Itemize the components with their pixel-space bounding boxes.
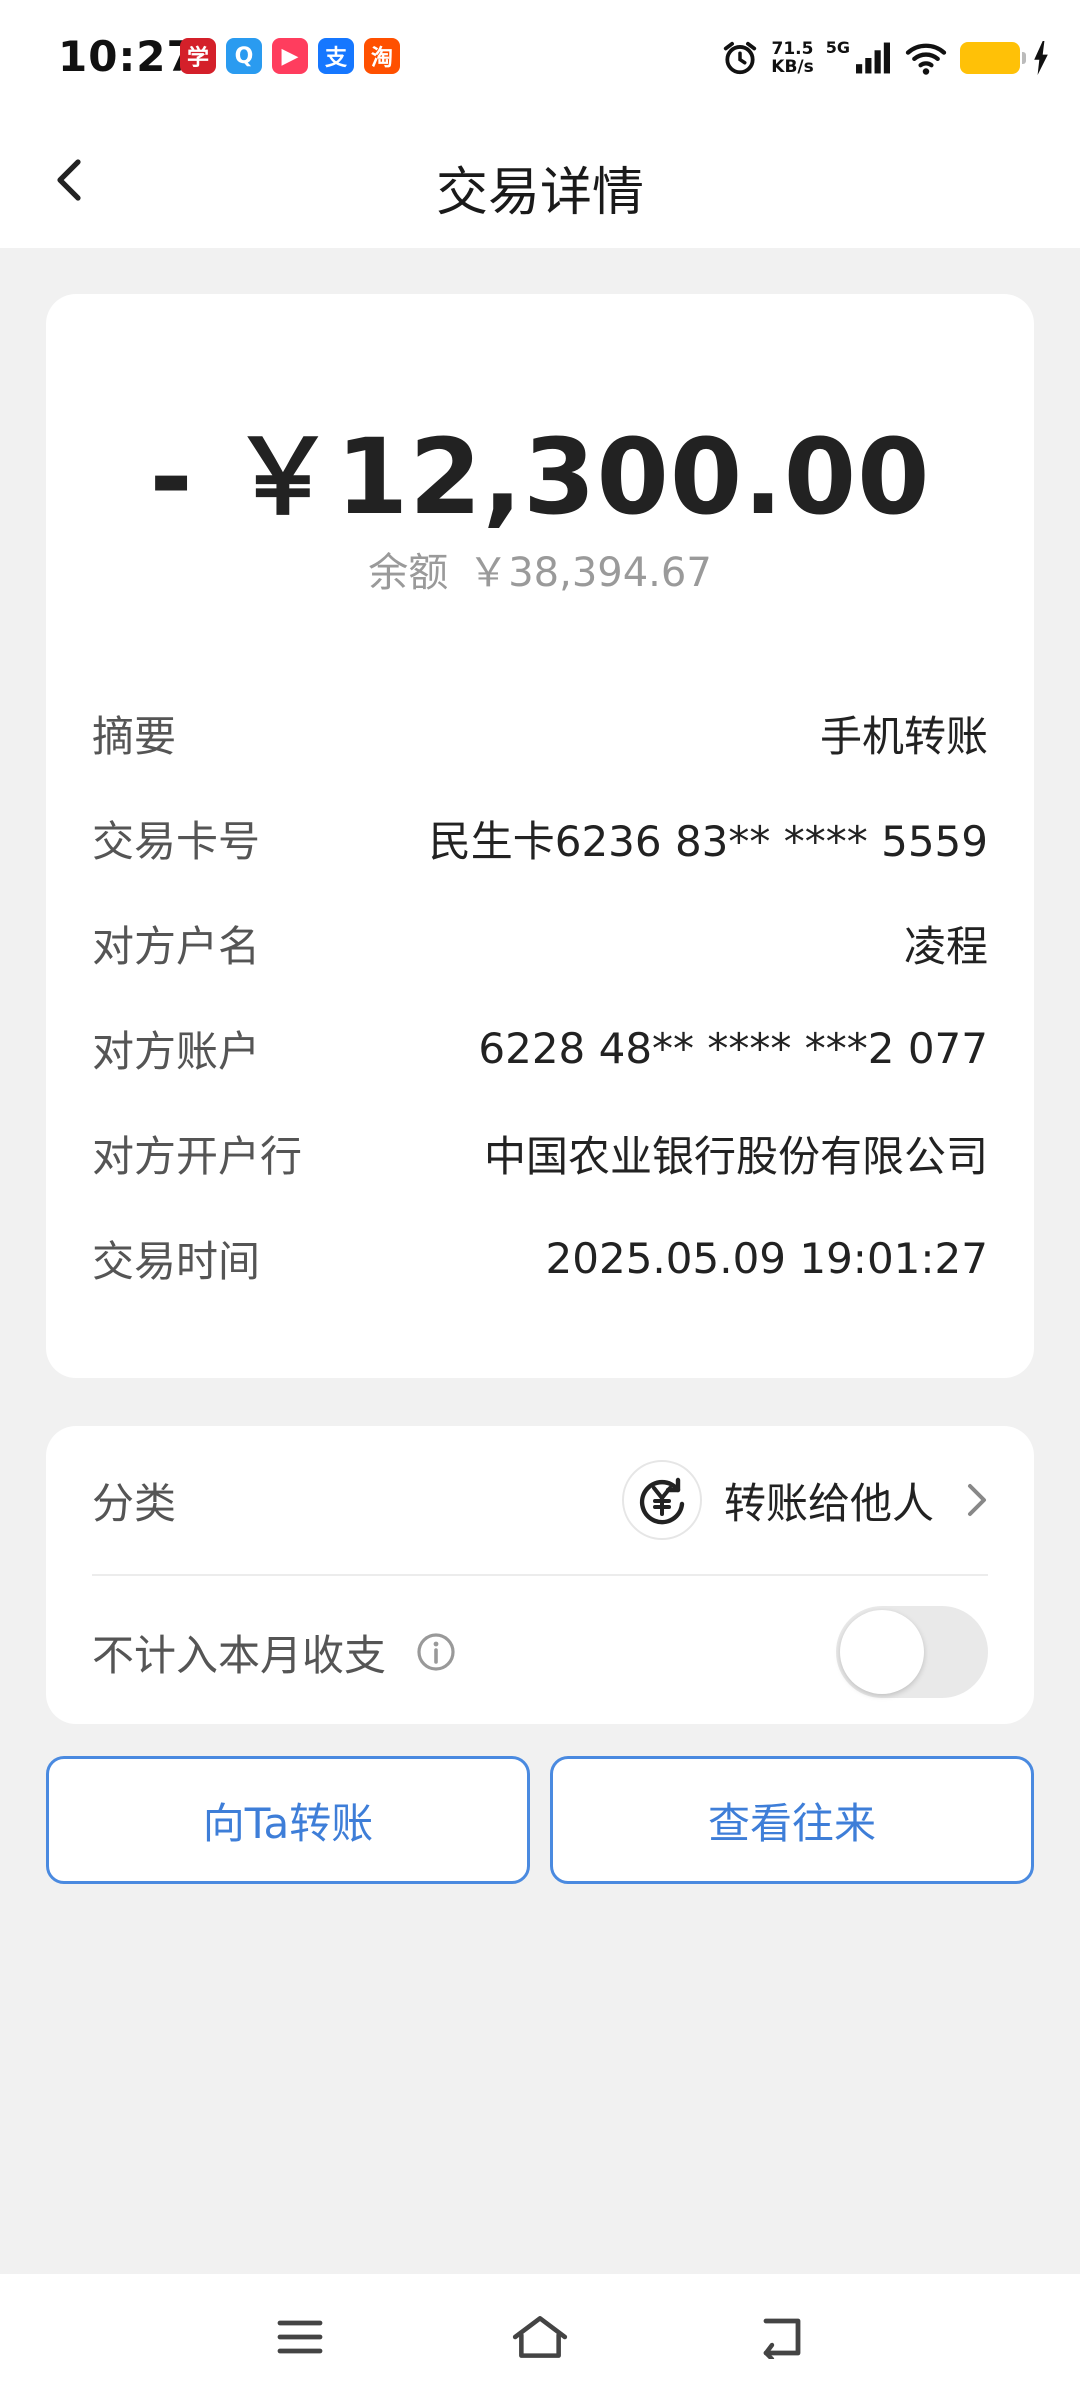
yuan-transfer-icon bbox=[621, 1460, 702, 1540]
detail-row-summary: 摘要 手机转账 bbox=[92, 698, 988, 768]
detail-value: 凌程 bbox=[903, 921, 988, 971]
category-row[interactable]: 分类 转账给他人 bbox=[92, 1452, 988, 1548]
charging-icon bbox=[1034, 41, 1048, 75]
exclude-toggle[interactable] bbox=[836, 1606, 988, 1698]
detail-label: 对方开户行 bbox=[92, 1131, 303, 1181]
detail-value: 6228 48** **** ***2 077 bbox=[478, 1023, 988, 1073]
exclude-row: 不计入本月收支 bbox=[92, 1604, 988, 1700]
transaction-amount: - ￥12,300.00 bbox=[149, 416, 931, 538]
detail-label: 对方户名 bbox=[92, 921, 261, 971]
alarm-icon bbox=[724, 41, 757, 75]
category-label: 分类 bbox=[92, 1478, 177, 1528]
detail-label: 交易时间 bbox=[92, 1236, 261, 1286]
detail-value: 民生卡6236 83** **** 5559 bbox=[428, 816, 988, 866]
alipay-app-icon: 支 bbox=[318, 38, 354, 74]
detail-value: 手机转账 bbox=[819, 711, 988, 761]
view-history-button[interactable]: 查看往来 bbox=[550, 1756, 1034, 1884]
signal-icon bbox=[856, 42, 890, 74]
divider bbox=[92, 1574, 988, 1576]
detail-row-card-number: 交易卡号 民生卡6236 83** **** 5559 bbox=[92, 803, 988, 873]
qq-browser-app-icon: Q bbox=[226, 38, 262, 74]
home-nav-button[interactable] bbox=[510, 2310, 570, 2364]
detail-row-payee-account: 对方账户 6228 48** **** ***2 077 bbox=[92, 1013, 988, 1083]
balance-label: 余额 bbox=[368, 550, 449, 596]
chevron-right-icon bbox=[968, 1484, 986, 1516]
notification-icons: 学 Q ▶ 支 淘 bbox=[180, 38, 400, 74]
detail-label: 交易卡号 bbox=[92, 816, 261, 866]
toggle-knob bbox=[840, 1610, 924, 1694]
wifi-icon bbox=[905, 43, 947, 75]
video-app-icon: ▶ bbox=[272, 38, 308, 74]
detail-row-time: 交易时间 2025.05.09 19:01:27 bbox=[92, 1223, 988, 1293]
detail-row-payee-name: 对方户名 凌程 bbox=[92, 908, 988, 978]
network-type: 5G bbox=[825, 38, 850, 57]
detail-row-payee-bank: 对方开户行 中国农业银行股份有限公司 bbox=[92, 1118, 988, 1188]
category-selector[interactable]: 转账给他人 bbox=[621, 1460, 988, 1540]
balance-value: ￥38,394.67 bbox=[468, 550, 712, 596]
info-icon[interactable] bbox=[416, 1632, 456, 1672]
exclude-label: 不计入本月收支 bbox=[92, 1630, 387, 1680]
page-title: 交易详情 bbox=[435, 163, 644, 223]
category-value: 转账给他人 bbox=[723, 1478, 934, 1528]
home-icon bbox=[512, 2316, 568, 2358]
detail-value: 2025.05.09 19:01:27 bbox=[545, 1233, 988, 1283]
status-indicators: 71.5 KB/s 5G bbox=[721, 34, 1050, 82]
detail-label: 对方账户 bbox=[92, 1026, 261, 1076]
transfer-to-ta-button[interactable]: 向Ta转账 bbox=[46, 1756, 530, 1884]
battery-icon bbox=[960, 42, 1026, 74]
back-nav-button[interactable] bbox=[752, 2310, 812, 2364]
detail-value: 中国农业银行股份有限公司 bbox=[483, 1131, 988, 1181]
system-nav-bar bbox=[0, 2274, 1080, 2400]
menu-nav-button[interactable] bbox=[270, 2310, 330, 2364]
transaction-card: - ￥12,300.00 余额 ￥38,394.67 摘要 手机转账 交易卡号 民… bbox=[46, 294, 1034, 1378]
xuexi-app-icon: 学 bbox=[180, 38, 216, 74]
balance-line: 余额 ￥38,394.67 bbox=[46, 540, 1034, 598]
detail-label: 摘要 bbox=[92, 711, 177, 761]
status-bar: 10:27 学 Q ▶ 支 淘 71.5 KB/s 5G bbox=[0, 0, 1080, 120]
status-time: 10:27 bbox=[58, 32, 197, 81]
back-arrow-icon bbox=[763, 2318, 801, 2359]
category-card: 分类 转账给他人 不计入本月收支 bbox=[46, 1426, 1034, 1724]
menu-icon bbox=[277, 2320, 323, 2354]
app-header: 交易详情 bbox=[0, 120, 1080, 248]
taobao-app-icon: 淘 bbox=[364, 38, 400, 74]
net-speed: 71.5 KB/s bbox=[771, 39, 814, 77]
